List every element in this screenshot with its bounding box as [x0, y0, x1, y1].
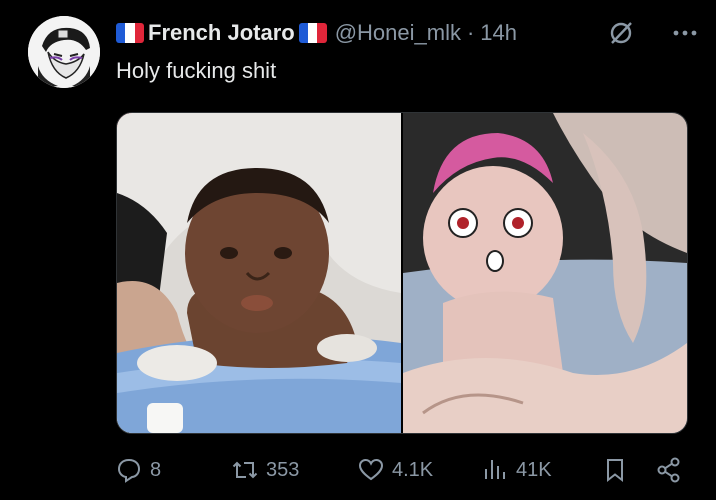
grok-icon[interactable]: [608, 20, 634, 46]
views-button[interactable]: 41K: [482, 452, 552, 488]
share-button[interactable]: [656, 452, 682, 488]
france-flag-icon: [116, 23, 144, 43]
like-icon: [358, 458, 384, 481]
post-time[interactable]: 14h: [480, 20, 517, 46]
action-bar: 8 353 4.1K 41K: [116, 452, 686, 488]
like-count: 4.1K: [392, 458, 434, 481]
repost-count: 353: [266, 458, 300, 481]
media-right-anime[interactable]: [403, 113, 687, 433]
like-button[interactable]: 4.1K: [358, 452, 433, 488]
author[interactable]: French Jotaro: [116, 20, 335, 46]
post-media[interactable]: [116, 112, 688, 434]
reply-icon: [117, 458, 141, 483]
media-left-photo[interactable]: [117, 113, 401, 433]
views-count: 41K: [516, 458, 552, 481]
reply-button[interactable]: 8: [116, 452, 161, 488]
france-flag-icon: [298, 23, 327, 43]
bookmark-button[interactable]: [602, 452, 628, 488]
post-text: Holy fucking shit: [116, 58, 277, 83]
more-icon[interactable]: [670, 20, 700, 46]
author-name[interactable]: French Jotaro: [148, 20, 295, 46]
views-icon: [485, 460, 505, 479]
avatar[interactable]: [28, 16, 100, 88]
reply-count: 8: [150, 458, 162, 481]
share-icon: [657, 457, 680, 483]
repost-button[interactable]: 353: [232, 452, 299, 488]
separator: ·: [466, 20, 475, 45]
author-handle[interactable]: @Honei_mlk: [335, 20, 461, 46]
bookmark-icon: [607, 459, 623, 483]
repost-icon: [232, 461, 258, 479]
